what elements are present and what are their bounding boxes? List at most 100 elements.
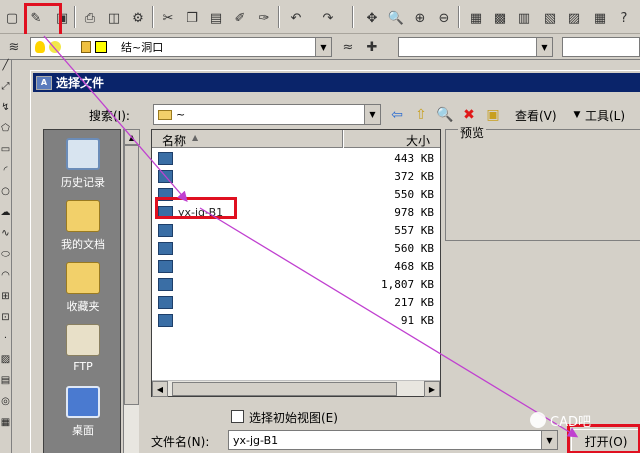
dwg-file-icon	[158, 152, 173, 165]
my-documents-icon	[66, 200, 100, 232]
file-row[interactable]: 372 KB	[152, 168, 440, 186]
column-size[interactable]: 大小	[406, 132, 430, 149]
file-row[interactable]: 557 KB	[152, 222, 440, 240]
places-ftp[interactable]: FTP	[44, 324, 122, 373]
view-menu[interactable]: 查看(V)	[515, 107, 557, 124]
file-list-hscroll[interactable]: ◀ ▶	[152, 380, 440, 397]
places-favorites-label: 收藏夹	[66, 300, 100, 313]
places-history[interactable]: 历史记录	[44, 138, 122, 190]
linetype-control-dropdown[interactable]	[562, 37, 640, 57]
dwg-file-icon	[158, 296, 173, 309]
desktop-icon	[66, 386, 100, 418]
rectangle-icon[interactable]: ▭	[0, 144, 11, 165]
layer-previous-icon[interactable]: ✚	[362, 38, 382, 56]
scroll-right-icon[interactable]: ▶	[424, 381, 440, 397]
insert-block-icon[interactable]: ⊞	[0, 291, 11, 312]
zoom-window-icon[interactable]: ⊕	[410, 9, 430, 27]
paste-icon[interactable]: ▤	[206, 9, 226, 27]
publish-icon[interactable]: ⚙	[128, 9, 148, 27]
zoom-realtime-icon[interactable]: 🔍	[386, 9, 406, 27]
file-row[interactable]: 91 KB	[152, 312, 440, 330]
chevron-down-icon[interactable]: ▼	[315, 38, 331, 56]
design-center-icon[interactable]: ▩	[490, 9, 510, 27]
up-folder-icon[interactable]: ⇧	[411, 105, 431, 125]
copy-icon[interactable]: ❐	[182, 9, 202, 27]
file-row[interactable]: 1,807 KB	[152, 276, 440, 294]
polyline-icon[interactable]: ↯	[0, 102, 11, 123]
brush-icon[interactable]: ✑	[254, 9, 274, 27]
places-my-documents[interactable]: 我的文档	[44, 200, 122, 252]
markup-icon[interactable]: ▨	[564, 9, 584, 27]
ellipse-arc-icon[interactable]: ◠	[0, 270, 11, 291]
delete-icon[interactable]: ✖	[459, 105, 479, 125]
file-size: 560 KB	[394, 242, 434, 255]
file-row[interactable]: 560 KB	[152, 240, 440, 258]
undo-icon[interactable]: ↶	[286, 9, 306, 27]
ftp-icon	[66, 324, 100, 356]
gradient-icon[interactable]: ▤	[0, 375, 11, 396]
chevron-down-icon[interactable]: ▼	[541, 431, 557, 449]
places-favorites[interactable]: 收藏夹	[44, 262, 122, 314]
scroll-thumb[interactable]	[172, 382, 397, 396]
cut-icon[interactable]: ✂	[158, 9, 178, 27]
color-control-dropdown[interactable]: ▼	[398, 37, 553, 57]
layer-name: 结~洞口	[121, 41, 164, 54]
tool-palettes-icon[interactable]: ▥	[514, 9, 534, 27]
help-icon[interactable]: ?	[614, 9, 634, 27]
file-row[interactable]: 443 KB	[152, 150, 440, 168]
print-icon[interactable]: ⎙	[80, 9, 100, 27]
calculator-icon[interactable]: ▦	[590, 9, 610, 27]
sun-icon	[49, 41, 61, 53]
places-desktop[interactable]: 桌面	[44, 386, 122, 438]
plot-preview-icon[interactable]: ◫	[104, 9, 124, 27]
file-row[interactable]: 468 KB	[152, 258, 440, 276]
line-icon[interactable]: ╱	[0, 60, 11, 81]
hatch-icon[interactable]: ▨	[0, 354, 11, 375]
pan-icon[interactable]: ✥	[362, 9, 382, 27]
new-icon[interactable]: ▢	[2, 9, 22, 27]
region-icon[interactable]: ◎	[0, 396, 11, 417]
scroll-up-icon[interactable]: ▲	[124, 129, 140, 145]
polygon-icon[interactable]: ⬠	[0, 123, 11, 144]
match-properties-icon[interactable]: ✐	[230, 9, 250, 27]
arc-icon[interactable]: ◜	[0, 165, 11, 186]
chevron-down-icon[interactable]: ▼	[364, 105, 380, 124]
scroll-left-icon[interactable]: ◀	[152, 381, 168, 397]
new-folder-icon[interactable]: ▣	[483, 105, 503, 125]
point-icon[interactable]: ·	[0, 333, 11, 354]
file-size: 1,807 KB	[381, 278, 434, 291]
tools-menu[interactable]: 工具(L)	[585, 107, 625, 124]
places-bar: 历史记录 我的文档 收藏夹 FTP 桌面	[43, 129, 121, 453]
file-size: 468 KB	[394, 260, 434, 273]
chevron-down-icon[interactable]: ▼	[536, 38, 552, 56]
column-name[interactable]: 名称	[162, 132, 186, 149]
scroll-thumb[interactable]	[124, 145, 139, 405]
folder-icon	[158, 109, 172, 120]
places-scrollbar[interactable]: ▲	[123, 129, 140, 453]
draw-toolbar: ╱ ⤢ ↯ ⬠ ▭ ◜ ○ ☁ ∿ ⬭ ◠ ⊞ ⊡ · ▨ ▤ ◎ ▦	[0, 60, 12, 453]
redo-icon[interactable]: ↷	[318, 9, 338, 27]
initial-view-checkbox[interactable]	[231, 410, 244, 423]
spline-icon[interactable]: ∿	[0, 228, 11, 249]
make-block-icon[interactable]: ⊡	[0, 312, 11, 333]
sheet-set-icon[interactable]: ▧	[540, 9, 560, 27]
circle-icon[interactable]: ○	[0, 186, 11, 207]
search-web-icon[interactable]: 🔍	[435, 105, 455, 125]
back-icon[interactable]: ⇦	[387, 105, 407, 125]
construction-line-icon[interactable]: ⤢	[0, 81, 11, 102]
ellipse-icon[interactable]: ⬭	[0, 249, 11, 270]
look-in-dropdown[interactable]: ~ ▼	[153, 104, 381, 125]
layer-dropdown[interactable]: 结~洞口 ▼	[30, 37, 332, 57]
make-current-icon[interactable]: ≈	[338, 38, 358, 56]
file-size: 217 KB	[394, 296, 434, 309]
dialog-title: 选择文件	[56, 76, 105, 90]
filename-input[interactable]: yx-jg-B1 ▼	[228, 430, 558, 450]
chevron-down-icon[interactable]: ▼	[567, 105, 587, 125]
zoom-previous-icon[interactable]: ⊖	[434, 9, 454, 27]
properties-icon[interactable]: ▦	[466, 9, 486, 27]
file-row[interactable]: 217 KB	[152, 294, 440, 312]
watermark: CAD吧	[530, 408, 620, 432]
revcloud-icon[interactable]: ☁	[0, 207, 11, 228]
layer-manager-icon[interactable]: ≋	[4, 38, 24, 56]
table-icon[interactable]: ▦	[0, 417, 11, 438]
